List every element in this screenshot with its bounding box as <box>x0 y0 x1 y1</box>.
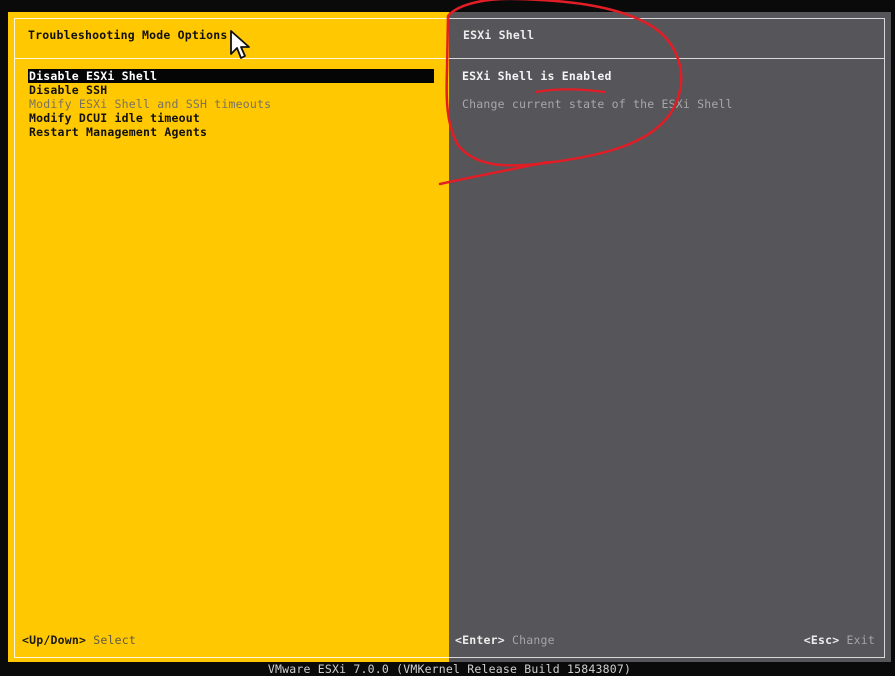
change-hint: <Enter> Change <box>455 633 555 647</box>
esxi-shell-status: ESXi Shell is Enabled <box>462 69 612 83</box>
dcui-screen: Troubleshooting Mode Options Disable ESX… <box>0 0 895 676</box>
select-hint: <Up/Down> Select <box>22 633 136 647</box>
esc-key-label: <Esc> <box>803 633 840 647</box>
troubleshooting-menu: Disable ESXi Shell Disable SSH Modify ES… <box>28 69 434 139</box>
menu-item-modify-timeouts[interactable]: Modify ESXi Shell and SSH timeouts <box>28 97 434 111</box>
menu-item-modify-dcui-idle-timeout[interactable]: Modify DCUI idle timeout <box>28 111 434 125</box>
details-title-divider <box>449 58 885 59</box>
menu-item-disable-ssh[interactable]: Disable SSH <box>28 83 434 97</box>
details-panel-title: ESXi Shell <box>463 28 535 42</box>
mouse-pointer-icon <box>230 30 250 59</box>
exit-action-label: Exit <box>846 633 875 647</box>
select-action-label: Select <box>93 633 136 647</box>
enter-key-label: <Enter> <box>455 633 505 647</box>
options-panel-title: Troubleshooting Mode Options <box>28 28 228 42</box>
change-action-label: Change <box>512 633 555 647</box>
up-down-key-label: <Up/Down> <box>22 633 87 647</box>
menu-item-restart-management-agents[interactable]: Restart Management Agents <box>28 125 434 139</box>
menu-item-disable-esxi-shell[interactable]: Disable ESXi Shell <box>28 69 434 83</box>
options-panel: Troubleshooting Mode Options Disable ESX… <box>8 12 449 662</box>
exit-hint: <Esc> Exit <box>804 633 875 647</box>
details-panel: ESXi Shell ESXi Shell is Enabled Change … <box>449 12 891 662</box>
esxi-shell-description: Change current state of the ESXi Shell <box>462 97 733 111</box>
build-status-bar: VMware ESXi 7.0.0 (VMKernel Release Buil… <box>267 662 632 676</box>
details-panel-border <box>449 18 885 658</box>
